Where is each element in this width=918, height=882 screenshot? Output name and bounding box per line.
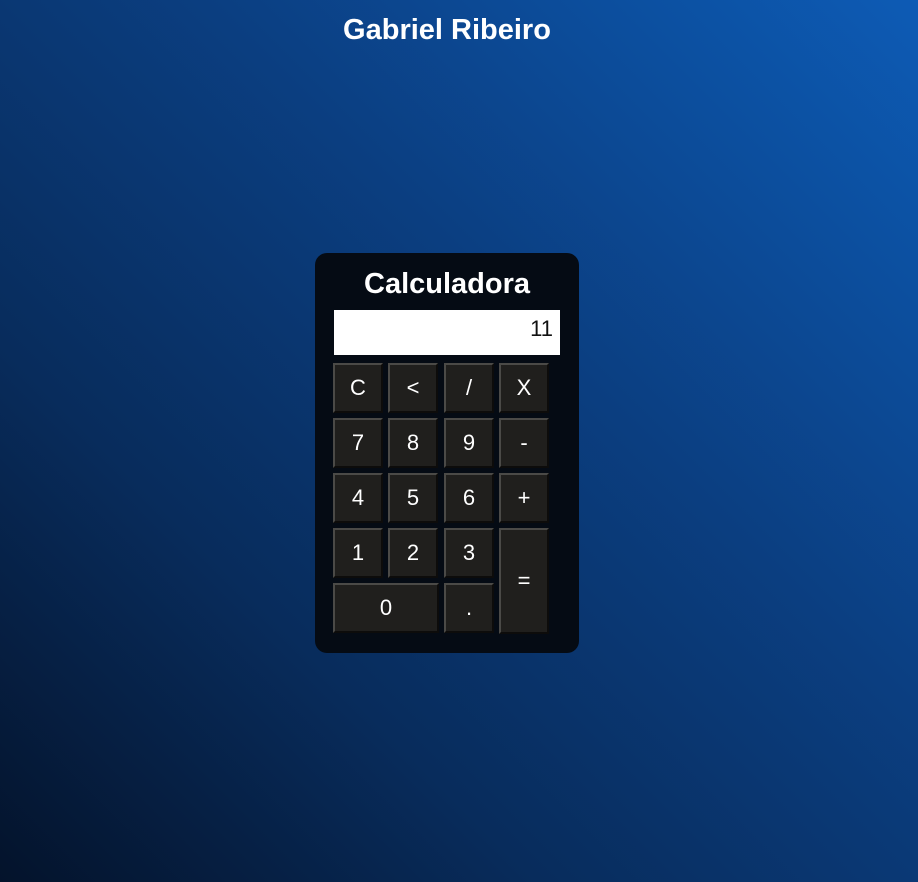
multiply-button[interactable]: X	[499, 363, 549, 413]
add-button[interactable]: +	[499, 473, 549, 523]
digit-8-button[interactable]: 8	[388, 418, 438, 468]
page-title: Gabriel Ribeiro	[343, 14, 551, 46]
digit-5-button[interactable]: 5	[388, 473, 438, 523]
digit-6-button[interactable]: 6	[444, 473, 494, 523]
calculator-title: Calculadora	[364, 268, 530, 300]
calculator-panel: Calculadora 11 C < / X 7 8 9 - 4 5 6 + 1…	[315, 253, 579, 653]
digit-7-button[interactable]: 7	[333, 418, 383, 468]
backspace-button[interactable]: <	[388, 363, 438, 413]
digit-1-button[interactable]: 1	[333, 528, 383, 578]
digit-2-button[interactable]: 2	[388, 528, 438, 578]
decimal-button[interactable]: .	[444, 583, 494, 633]
digit-4-button[interactable]: 4	[333, 473, 383, 523]
digit-9-button[interactable]: 9	[444, 418, 494, 468]
equals-button[interactable]: =	[499, 528, 549, 634]
digit-3-button[interactable]: 3	[444, 528, 494, 578]
clear-button[interactable]: C	[333, 363, 383, 413]
subtract-button[interactable]: -	[499, 418, 549, 468]
divide-button[interactable]: /	[444, 363, 494, 413]
digit-0-button[interactable]: 0	[333, 583, 439, 633]
calculator-display[interactable]: 11	[334, 310, 560, 355]
